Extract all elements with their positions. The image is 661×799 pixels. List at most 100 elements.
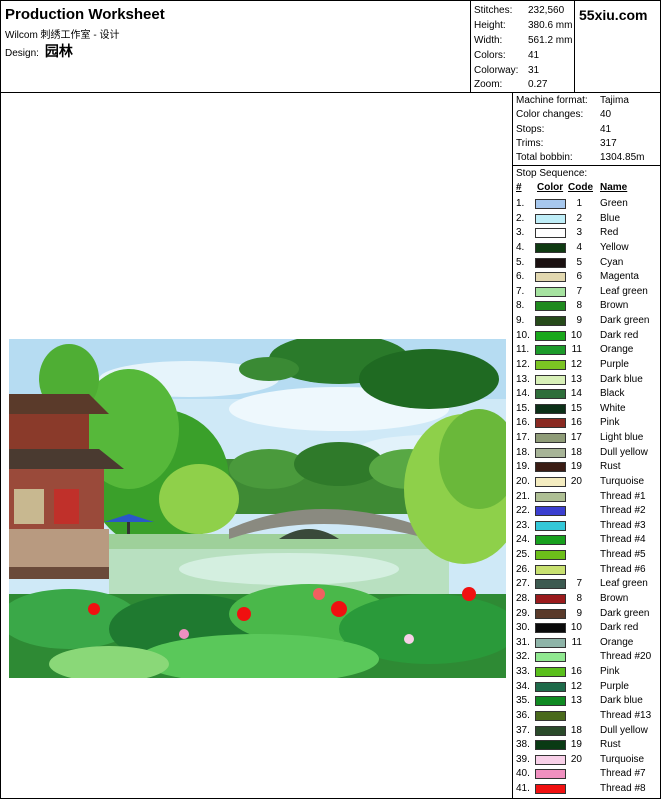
thread-code: 5 bbox=[576, 256, 582, 268]
list-item: 27. 7 Leaf green bbox=[513, 577, 661, 592]
thread-name: White bbox=[600, 402, 626, 414]
stat-colors: Colors: 41 bbox=[474, 50, 540, 61]
stop-number: 1. bbox=[516, 198, 525, 209]
machine-info: Machine format: Tajima Color changes: 40 S… bbox=[513, 93, 661, 166]
header-name: Name bbox=[600, 182, 628, 193]
thread-name: Yellow bbox=[600, 241, 629, 253]
thread-name: Turquoise bbox=[600, 475, 645, 487]
stop-number: 36. bbox=[516, 709, 530, 721]
stop-number: 10. bbox=[516, 329, 530, 341]
color-swatch bbox=[535, 623, 566, 634]
stop-number: 22. bbox=[516, 505, 530, 517]
color-swatch bbox=[535, 447, 566, 458]
color-swatch bbox=[535, 272, 566, 283]
list-item: 28. 8 Brown bbox=[513, 592, 661, 607]
stop-number: 11. bbox=[516, 344, 530, 356]
thread-name: Thread #20 bbox=[600, 651, 652, 663]
stop-number: 14. bbox=[516, 388, 530, 400]
thread-code: 17 bbox=[570, 432, 582, 443]
thread-name: Dark green bbox=[600, 607, 650, 619]
stop-sequence: Stop Sequence: # Color Code Name 1. 1 Gree… bbox=[513, 166, 661, 798]
list-item: 10. 10 Dark red bbox=[513, 329, 661, 344]
list-item: 15. 15 White bbox=[513, 402, 661, 417]
color-swatch bbox=[535, 286, 566, 297]
list-item: 25. Thread #5 bbox=[513, 548, 661, 563]
stop-number: 27. bbox=[516, 578, 530, 590]
thread-code: 13 bbox=[570, 695, 582, 707]
color-swatch bbox=[535, 476, 566, 487]
thread-code: 18 bbox=[570, 446, 582, 458]
garden-scene-image bbox=[9, 339, 506, 678]
list-item: 4. 4 Yellow bbox=[513, 241, 661, 256]
production-worksheet: Production Worksheet Wilcom 刺绣工作室 - 设计 D… bbox=[0, 0, 661, 799]
list-item: 37. 18 Dull yellow bbox=[513, 724, 661, 739]
thread-name: Thread #8 bbox=[600, 783, 646, 794]
thread-code: 8 bbox=[576, 300, 582, 312]
thread-name: Thread #4 bbox=[600, 534, 646, 546]
thread-name: Rust bbox=[600, 461, 621, 473]
list-item: 7. 7 Leaf green bbox=[513, 285, 661, 300]
list-item: 17. 17 Light blue bbox=[513, 431, 661, 446]
list-item: 39. 20 Turquoise bbox=[513, 753, 661, 768]
thread-name: Green bbox=[600, 198, 628, 209]
thread-code: 19 bbox=[570, 461, 582, 473]
color-swatch bbox=[535, 345, 566, 356]
thread-name: Thread #7 bbox=[600, 768, 646, 780]
stop-number: 41. bbox=[516, 783, 530, 794]
thread-code: 9 bbox=[576, 315, 582, 326]
thread-code: 11 bbox=[571, 636, 582, 648]
stop-number: 38. bbox=[516, 739, 530, 751]
thread-code: 3 bbox=[576, 227, 582, 239]
thread-name: Leaf green bbox=[600, 285, 648, 297]
stop-number: 12. bbox=[516, 358, 530, 370]
stop-number: 19. bbox=[516, 461, 530, 473]
color-swatch bbox=[535, 213, 566, 224]
color-swatch bbox=[535, 506, 566, 517]
stop-number: 4. bbox=[516, 241, 525, 253]
list-item: 30. 10 Dark red bbox=[513, 621, 661, 636]
color-swatch bbox=[535, 725, 566, 736]
thread-name: Thread #1 bbox=[600, 490, 646, 502]
thread-name: Pink bbox=[600, 666, 620, 677]
thread-name: Orange bbox=[600, 344, 634, 356]
design-row: Design: 园林 bbox=[5, 41, 73, 61]
stop-number: 40. bbox=[516, 768, 530, 780]
thread-code: 10 bbox=[570, 329, 582, 341]
total-bobbin: Total bobbin: 1304.85m bbox=[516, 152, 645, 163]
list-item: 29. 9 Dark green bbox=[513, 607, 661, 622]
color-swatch bbox=[535, 316, 566, 326]
stop-number: 37. bbox=[516, 724, 530, 736]
thread-code: 6 bbox=[576, 271, 582, 283]
list-item: 9. 9 Dark green bbox=[513, 314, 661, 329]
list-item: 19. 19 Rust bbox=[513, 460, 661, 475]
thread-code: 7 bbox=[576, 285, 582, 297]
thread-name: Dark red bbox=[600, 622, 639, 634]
stop-number: 18. bbox=[516, 446, 530, 458]
thread-code: 19 bbox=[570, 739, 582, 751]
list-item: 24. Thread #4 bbox=[513, 533, 661, 548]
thread-name: Thread #2 bbox=[600, 505, 646, 517]
color-swatch bbox=[535, 520, 566, 531]
color-swatch bbox=[535, 784, 566, 794]
thread-code: 12 bbox=[570, 358, 582, 370]
color-swatch bbox=[535, 681, 566, 692]
stop-number: 23. bbox=[516, 519, 530, 531]
color-swatch bbox=[535, 637, 566, 648]
thread-name: Magenta bbox=[600, 271, 639, 283]
list-item: 20. 20 Turquoise bbox=[513, 475, 661, 490]
thread-name: Rust bbox=[600, 739, 621, 751]
thread-name: Dark blue bbox=[600, 695, 643, 707]
thread-name: Purple bbox=[600, 680, 629, 692]
color-swatch bbox=[535, 330, 566, 341]
thread-name: Dull yellow bbox=[600, 724, 648, 736]
list-item: 21. Thread #1 bbox=[513, 490, 661, 505]
thread-code: 16 bbox=[570, 666, 582, 677]
stop-number: 3. bbox=[516, 227, 525, 239]
list-item: 1. 1 Green bbox=[513, 197, 661, 212]
thread-name: Thread #5 bbox=[600, 549, 646, 560]
color-swatch bbox=[535, 418, 566, 429]
list-item: 32. Thread #20 bbox=[513, 650, 661, 665]
color-swatch bbox=[535, 667, 566, 677]
color-swatch bbox=[535, 433, 566, 443]
thread-code: 7 bbox=[576, 578, 582, 590]
